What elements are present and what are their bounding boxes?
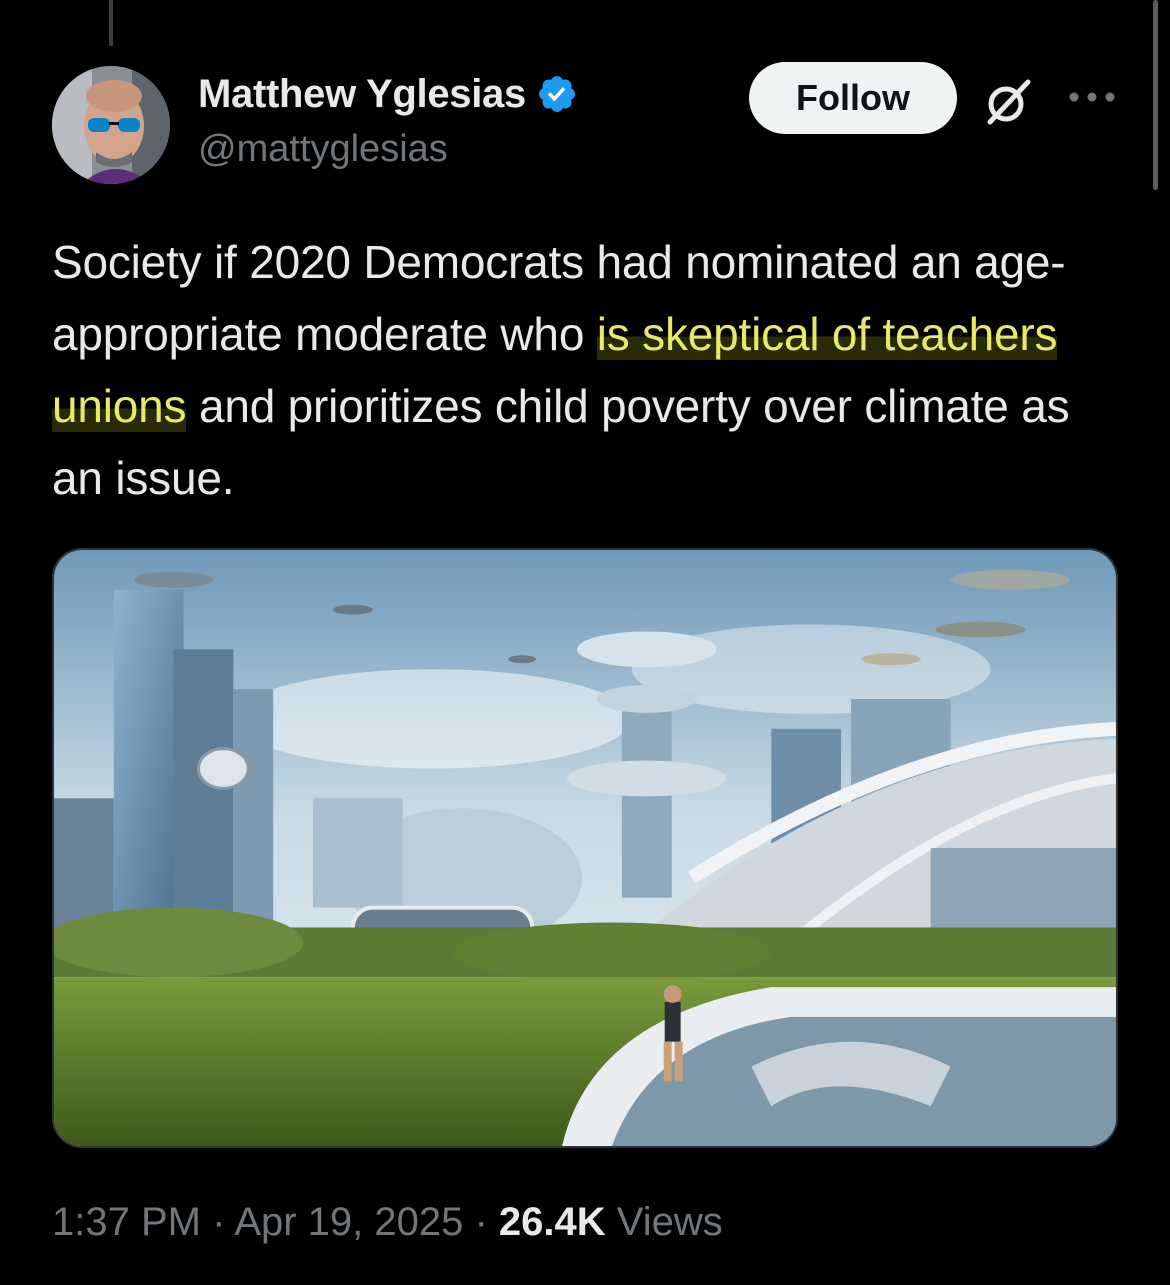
author-names: Matthew Yglesias @mattyglesias xyxy=(198,70,578,171)
avatar[interactable] xyxy=(52,66,170,184)
more-options-icon[interactable] xyxy=(1062,82,1122,112)
follow-button[interactable]: Follow xyxy=(749,62,957,134)
display-name-row: Matthew Yglesias xyxy=(198,70,578,118)
scrollbar[interactable] xyxy=(1153,0,1158,190)
author-handle[interactable]: @mattyglesias xyxy=(198,128,578,171)
verified-badge-icon[interactable] xyxy=(536,73,578,115)
grok-icon[interactable] xyxy=(982,76,1034,128)
tweet-time[interactable]: 1:37 PM xyxy=(52,1200,201,1244)
meta-separator: · xyxy=(200,1200,235,1244)
meta-separator: · xyxy=(463,1200,499,1244)
tweet-text-end: and prioritizes child poverty over clima… xyxy=(52,380,1070,504)
tweet-date[interactable]: Apr 19, 2025 xyxy=(234,1200,463,1244)
views-count[interactable]: 26.4K xyxy=(499,1200,606,1244)
display-name[interactable]: Matthew Yglesias xyxy=(198,72,526,117)
tweet-header: Matthew Yglesias @mattyglesias Follow xyxy=(52,62,1122,184)
tweet-screen: Matthew Yglesias @mattyglesias Follow So… xyxy=(0,0,1170,1285)
views-label[interactable]: Views xyxy=(617,1200,723,1244)
tweet-meta: 1:37 PM · Apr 19, 2025 · 26.4K Views xyxy=(52,1200,723,1245)
tweet-text: Society if 2020 Democrats had nominated … xyxy=(52,226,1132,514)
thread-connector-line xyxy=(109,0,113,46)
tweet-media-image[interactable] xyxy=(52,548,1118,1148)
